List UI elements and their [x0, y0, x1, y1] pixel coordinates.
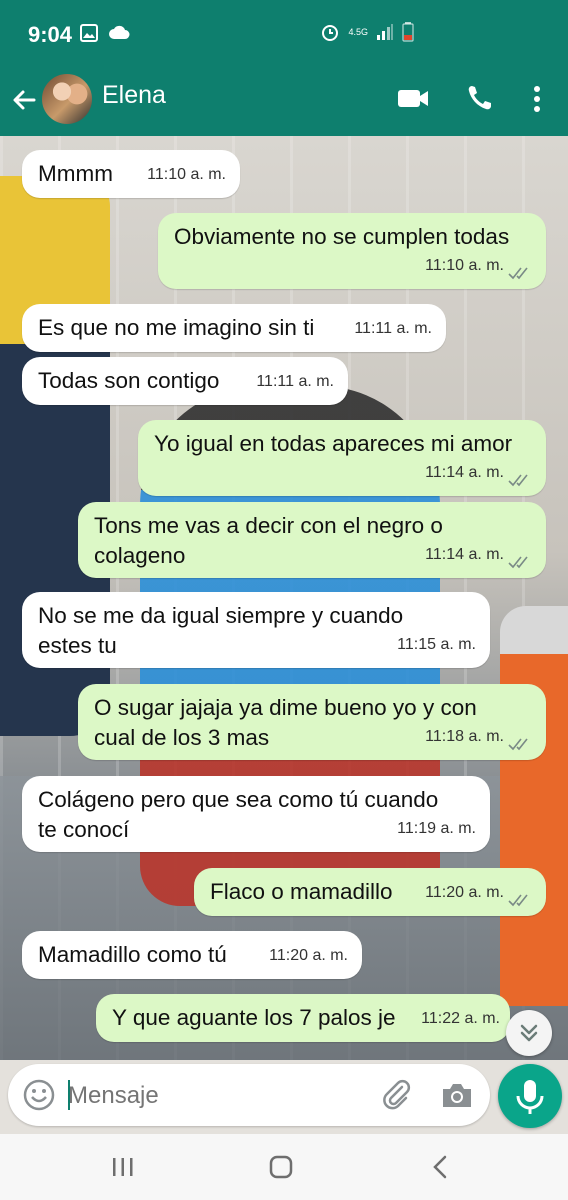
status-bar: 9:04 4.5G	[0, 0, 568, 66]
message-text: Colágeno pero que sea como tú cuando te …	[38, 787, 439, 842]
alarm-icon	[322, 25, 339, 41]
message-text: Obviamente no se cumplen todas	[174, 224, 510, 249]
message-text: No se me da igual siempre y cuando estes…	[38, 603, 404, 658]
message-time: 11:14 a. m.	[425, 464, 504, 481]
message-incoming[interactable]: Mamadillo como tú 11:20 a. m.	[22, 931, 362, 979]
message-outgoing[interactable]: Tons me vas a decir con el negro o colag…	[78, 502, 546, 578]
message-text: Y que aguante los 7 palos je	[112, 1005, 396, 1030]
scroll-to-bottom-button[interactable]	[506, 1010, 552, 1056]
composer-field[interactable]	[8, 1064, 490, 1126]
read-ticks-icon	[508, 474, 528, 487]
status-time: 9:04	[28, 22, 73, 47]
recents-icon[interactable]	[110, 1156, 136, 1178]
message-text: Mmmm	[38, 161, 113, 186]
message-incoming[interactable]: Todas son contigo 11:11 a. m.	[22, 357, 348, 405]
back-arrow-icon[interactable]	[8, 82, 40, 118]
home-icon[interactable]	[268, 1154, 294, 1180]
message-text: Flaco o mamadillo	[210, 879, 393, 904]
mic-button[interactable]	[498, 1064, 562, 1128]
mic-icon	[516, 1080, 544, 1114]
message-outgoing[interactable]: O sugar jajaja ya dime bueno yo y con cu…	[78, 684, 546, 760]
signal-icon	[377, 24, 393, 40]
emoji-icon[interactable]	[22, 1078, 56, 1112]
system-nav-bar	[0, 1134, 568, 1200]
message-text: Es que no me imagino sin ti	[38, 315, 315, 340]
message-time: 11:11 a. m.	[354, 320, 432, 337]
message-text: Yo igual en todas apareces mi amor	[154, 431, 513, 456]
camera-icon[interactable]	[440, 1080, 474, 1110]
read-ticks-icon	[508, 267, 528, 280]
message-time: 11:15 a. m.	[397, 636, 476, 653]
battery-icon	[402, 22, 414, 42]
message-incoming[interactable]: Colágeno pero que sea como tú cuando te …	[22, 776, 490, 852]
network-label: 4.5G	[348, 26, 368, 37]
nav-back-icon[interactable]	[430, 1154, 450, 1180]
message-outgoing[interactable]: Obviamente no se cumplen todas 11:10 a. …	[158, 213, 546, 289]
contact-name[interactable]: Elena	[102, 81, 166, 110]
image-icon	[80, 24, 98, 42]
chat-header: Elena	[0, 66, 568, 136]
paperclip-icon[interactable]	[380, 1078, 414, 1112]
phone-icon[interactable]	[464, 80, 496, 116]
wallpaper-photo-cooler	[500, 606, 568, 1006]
read-ticks-icon	[508, 738, 528, 751]
message-outgoing[interactable]: Yo igual en todas apareces mi amor 11:14…	[138, 420, 546, 496]
message-outgoing[interactable]: Y que aguante los 7 palos je 11:22 a. m.	[96, 994, 510, 1042]
message-time: 11:22 a. m.	[421, 1010, 500, 1027]
message-time: 11:20 a. m.	[425, 884, 504, 901]
message-time: 11:14 a. m.	[425, 546, 504, 563]
avatar[interactable]	[40, 72, 94, 126]
message-text: Tons me vas a decir con el negro o colag…	[94, 513, 443, 568]
message-text: Mamadillo como tú	[38, 942, 227, 967]
message-text: O sugar jajaja ya dime bueno yo y con cu…	[94, 695, 477, 750]
message-time: 11:11 a. m.	[256, 373, 334, 390]
message-text: Todas son contigo	[38, 368, 220, 393]
message-incoming[interactable]: Es que no me imagino sin ti 11:11 a. m.	[22, 304, 446, 352]
message-outgoing[interactable]: Flaco o mamadillo 11:20 a. m.	[194, 868, 546, 916]
read-ticks-icon	[508, 894, 528, 907]
more-vert-icon[interactable]	[522, 80, 552, 118]
cloud-icon	[109, 25, 130, 39]
message-time: 11:19 a. m.	[397, 820, 476, 837]
video-call-icon[interactable]	[394, 82, 432, 114]
message-incoming[interactable]: Mmmm 11:10 a. m.	[22, 150, 240, 198]
double-chevron-down-icon	[520, 1024, 538, 1042]
message-incoming[interactable]: No se me da igual siempre y cuando estes…	[22, 592, 490, 668]
message-input[interactable]	[66, 1078, 370, 1114]
message-time: 11:18 a. m.	[425, 728, 504, 745]
read-ticks-icon	[508, 556, 528, 569]
composer-bar	[0, 1060, 568, 1134]
message-time: 11:10 a. m.	[425, 257, 504, 274]
text-caret	[68, 1080, 70, 1110]
message-time: 11:20 a. m.	[269, 947, 348, 964]
message-time: 11:10 a. m.	[147, 166, 226, 183]
